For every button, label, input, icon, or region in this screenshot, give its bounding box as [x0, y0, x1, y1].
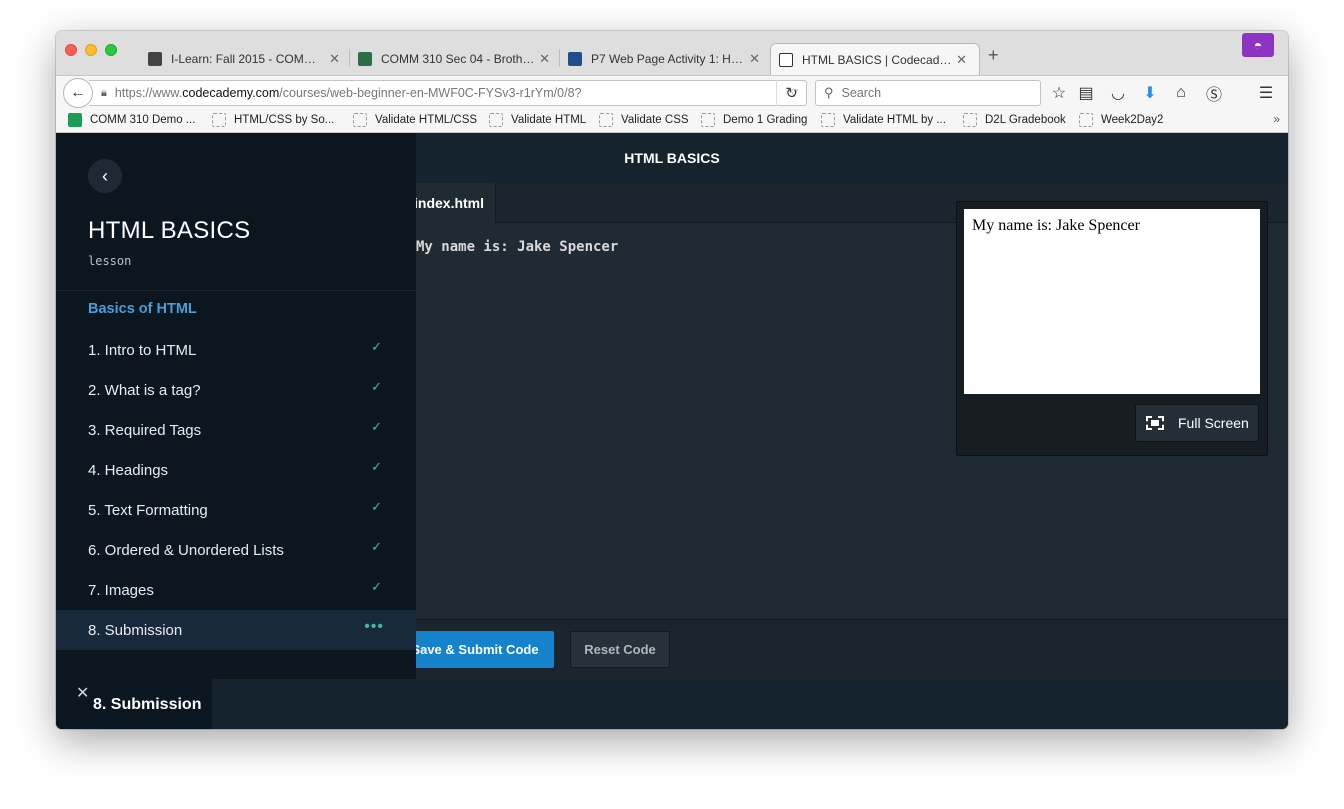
- d2l-favicon-icon: [358, 52, 372, 66]
- browser-tab-p7[interactable]: P7 Web Page Activity 1: HT... ✕: [568, 43, 764, 75]
- search-icon: ⚲: [824, 85, 834, 100]
- sidebar-subtitle: lesson: [88, 254, 132, 268]
- close-icon[interactable]: ✕: [76, 683, 89, 703]
- sidebar-item-lists[interactable]: 6. Ordered & Unordered Lists ✓: [56, 530, 416, 570]
- bookmark-item[interactable]: Validate CSS: [599, 113, 689, 127]
- browser-window: I-Learn: Fall 2015 - COMM ... ✕ COMM 310…: [56, 31, 1288, 729]
- sidebar-item-intro[interactable]: 1. Intro to HTML ✓: [56, 330, 416, 370]
- preview-panel: My name is: Jake Spencer Full Screen: [956, 201, 1268, 456]
- close-tab-icon[interactable]: ✕: [745, 51, 764, 67]
- bookmark-item[interactable]: Validate HTML by ...: [821, 113, 946, 127]
- bookmark-item[interactable]: Validate HTML/CSS: [353, 113, 477, 127]
- page-icon: [963, 113, 977, 127]
- sidebar-item-headings[interactable]: 4. Headings ✓: [56, 450, 416, 490]
- private-mask-icon[interactable]: ◓: [1242, 33, 1274, 57]
- bookmark-item[interactable]: COMM 310 Demo ...: [68, 113, 195, 127]
- page-icon: [821, 113, 835, 127]
- search-input[interactable]: [841, 86, 1022, 100]
- zoom-window-button[interactable]: [105, 44, 117, 56]
- arrow-left-icon: ←: [70, 84, 86, 101]
- chevron-left-icon: ‹: [102, 165, 108, 186]
- url-bar[interactable]: 🔒︎ https://www. codecademy.com/courses/we…: [89, 80, 807, 106]
- sheet-icon: [68, 113, 82, 127]
- sidebar-lesson-list: 1. Intro to HTML ✓ 2. What is a tag? ✓ 3. …: [56, 330, 416, 650]
- browser-tab-codecademy[interactable]: HTML BASICS | Codecademy ✕: [770, 43, 980, 75]
- bookmark-item[interactable]: Week2Day2: [1079, 113, 1163, 127]
- check-icon: ✓: [371, 579, 382, 594]
- page-icon: [353, 113, 367, 127]
- reload-icon: ↻: [785, 85, 798, 102]
- close-tab-icon[interactable]: ✕: [952, 52, 971, 68]
- browser-tab-ilearn[interactable]: I-Learn: Fall 2015 - COMM ... ✕: [148, 43, 350, 75]
- lock-icon: 🔒︎: [101, 86, 107, 99]
- close-window-button[interactable]: [65, 44, 77, 56]
- bookmark-star-icon[interactable]: ☆: [1047, 81, 1071, 105]
- check-icon: ✓: [371, 539, 382, 554]
- check-icon: ✓: [371, 379, 382, 394]
- sidebar-item-text-formatting[interactable]: 5. Text Formatting ✓: [56, 490, 416, 530]
- lesson-sidebar: ‹ HTML BASICS lesson Basics of HTML 1. I…: [56, 133, 416, 679]
- new-tab-button[interactable]: +: [988, 45, 999, 66]
- page-content: HTML BASICS index.html My name is: Jake …: [56, 133, 1288, 729]
- sidebar-title: HTML BASICS: [88, 217, 251, 244]
- page-icon: [701, 113, 715, 127]
- course-title: HTML BASICS: [624, 150, 720, 166]
- close-tab-icon[interactable]: ✕: [535, 51, 554, 67]
- sidebar-item-images[interactable]: 7. Images ✓: [56, 570, 416, 610]
- page-icon: [212, 113, 226, 127]
- fullscreen-icon: [1146, 416, 1164, 430]
- code-editor[interactable]: My name is: Jake Spencer: [416, 239, 618, 255]
- bookmark-item[interactable]: HTML/CSS by So...: [212, 113, 334, 127]
- back-button[interactable]: ←: [63, 78, 93, 108]
- search-bar[interactable]: ⚲: [815, 80, 1041, 106]
- bottom-bar: ✕ 8. Submission: [56, 679, 1288, 729]
- sidebar-item-what-is-tag[interactable]: 2. What is a tag? ✓: [56, 370, 416, 410]
- navigation-bar: 🔒︎ https://www. codecademy.com/courses/we…: [56, 75, 1288, 109]
- bookmark-item[interactable]: Validate HTML: [489, 113, 586, 127]
- full-screen-button[interactable]: Full Screen: [1135, 404, 1259, 442]
- byu-favicon-icon: [148, 52, 162, 66]
- codecademy-favicon-icon: [779, 52, 793, 67]
- pocket-icon[interactable]: ◡: [1106, 81, 1130, 105]
- preview-frame[interactable]: My name is: Jake Spencer: [964, 209, 1260, 394]
- save-submit-button[interactable]: Save & Submit Code: [396, 631, 554, 668]
- home-icon[interactable]: ⌂: [1169, 81, 1193, 105]
- sidebar-section-title: Basics of HTML: [88, 301, 197, 317]
- close-tab-icon[interactable]: ✕: [325, 51, 344, 67]
- bookmark-item[interactable]: Demo 1 Grading: [701, 113, 807, 127]
- code-line: My name is: Jake Spencer: [416, 239, 619, 255]
- sidebar-item-required-tags[interactable]: 3. Required Tags ✓: [56, 410, 416, 450]
- minimize-window-button[interactable]: [85, 44, 97, 56]
- tab-strip: I-Learn: Fall 2015 - COMM ... ✕ COMM 310…: [56, 31, 1288, 75]
- sidebar-back-button[interactable]: ‹: [88, 159, 122, 193]
- in-progress-dots-icon: •••: [364, 618, 384, 635]
- reading-list-icon[interactable]: ▤: [1074, 81, 1098, 105]
- page-icon: [599, 113, 613, 127]
- reset-code-button[interactable]: Reset Code: [570, 631, 670, 668]
- sidebar-divider: [56, 290, 416, 291]
- grid-favicon-icon: [568, 52, 582, 66]
- current-lesson-tab[interactable]: ✕ 8. Submission: [56, 679, 212, 729]
- reload-button[interactable]: ↻: [776, 80, 806, 106]
- preview-text: My name is: Jake Spencer: [972, 217, 1140, 234]
- extension-s-icon[interactable]: Ⓢ: [1202, 81, 1226, 105]
- download-icon[interactable]: ⬇: [1138, 81, 1162, 105]
- check-icon: ✓: [371, 419, 382, 434]
- menu-hamburger-icon[interactable]: ☰: [1254, 81, 1278, 105]
- bookmark-item[interactable]: D2L Gradebook: [963, 113, 1066, 127]
- bookmarks-overflow-icon[interactable]: »: [1273, 112, 1280, 126]
- sidebar-item-submission[interactable]: 8. Submission •••: [56, 610, 416, 650]
- page-icon: [489, 113, 503, 127]
- bookmarks-bar: COMM 310 Demo ... HTML/CSS by So... Vali…: [56, 109, 1288, 133]
- check-icon: ✓: [371, 499, 382, 514]
- check-icon: ✓: [371, 339, 382, 354]
- browser-tab-comm310[interactable]: COMM 310 Sec 04 - Brothe... ✕: [358, 43, 560, 75]
- check-icon: ✓: [371, 459, 382, 474]
- page-icon: [1079, 113, 1093, 127]
